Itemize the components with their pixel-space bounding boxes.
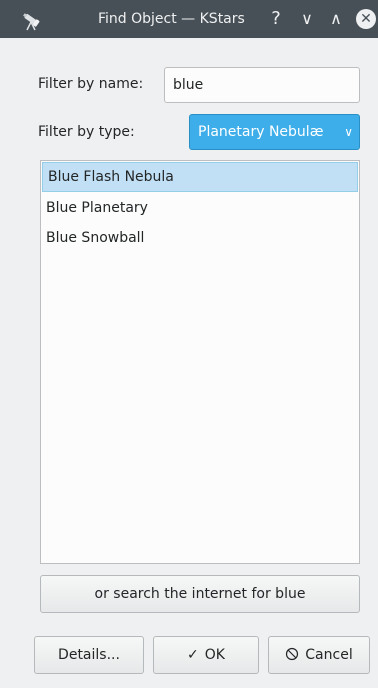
close-button[interactable]: ✕ <box>356 9 376 29</box>
list-item[interactable]: Blue Flash Nebula <box>42 162 358 192</box>
results-list[interactable]: Blue Flash Nebula Blue Planetary Blue Sn… <box>40 160 360 564</box>
ok-label: OK <box>204 647 225 663</box>
filter-name-label: Filter by name: <box>38 76 144 92</box>
ok-button[interactable]: ✓ OK <box>153 636 259 674</box>
cancel-button[interactable]: Cancel <box>268 636 370 674</box>
filter-type-label: Filter by type: <box>38 124 135 140</box>
title-bar[interactable]: Find Object — KStars ? ∨ ∧ ✕ <box>0 0 378 38</box>
find-object-dialog: Find Object — KStars ? ∨ ∧ ✕ Filter by n… <box>0 0 378 688</box>
cancel-label: Cancel <box>305 647 353 663</box>
help-button[interactable]: ? <box>265 8 287 30</box>
cancel-icon <box>286 647 299 661</box>
list-item[interactable]: Blue Snowball <box>41 223 359 253</box>
telescope-icon <box>23 13 40 31</box>
details-button[interactable]: Details... <box>34 636 144 674</box>
checkmark-icon: ✓ <box>187 647 199 663</box>
maximize-button[interactable]: ∧ <box>325 8 347 30</box>
list-item[interactable]: Blue Planetary <box>41 193 359 223</box>
window-title: Find Object — KStars <box>98 11 245 27</box>
search-internet-button[interactable]: or search the internet for blue <box>40 575 360 613</box>
filter-name-input[interactable]: blue <box>164 67 360 103</box>
filter-type-select[interactable]: Planetary Nebulæ ∨ <box>189 114 360 150</box>
filter-type-selected: Planetary Nebulæ <box>198 124 324 140</box>
chevron-down-icon: ∨ <box>344 125 353 139</box>
minimize-button[interactable]: ∨ <box>296 8 318 30</box>
